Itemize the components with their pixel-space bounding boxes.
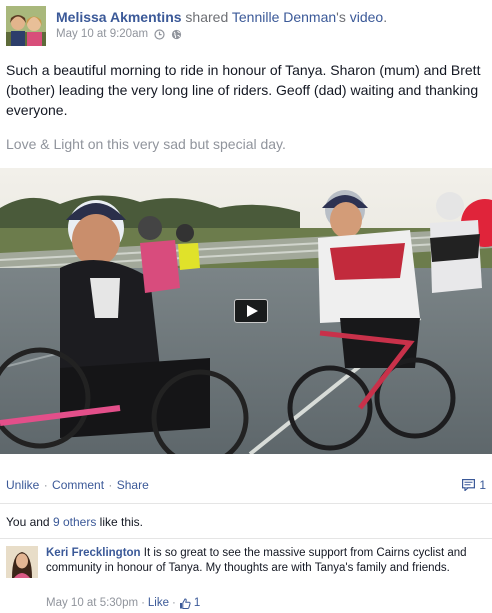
clock-icon [154, 28, 165, 40]
post-headline: Melissa Akmentins shared Tennille Denman… [56, 9, 387, 25]
action-separator: · [108, 478, 113, 492]
commenter-avatar[interactable] [6, 546, 38, 578]
divider [0, 538, 492, 539]
commenter-name-link[interactable]: Keri Frecklington [46, 547, 141, 559]
unlike-link[interactable]: Unlike [6, 478, 39, 492]
post-message-secondary: Love & Light on this very sad but specia… [6, 136, 286, 152]
avatar-image [6, 6, 46, 46]
comment-count-link[interactable]: 1 [462, 478, 486, 492]
comment-count: 1 [479, 478, 486, 492]
shared-video-link[interactable]: video [350, 9, 383, 25]
comment-icon [462, 479, 476, 491]
comment-separator: · [172, 597, 176, 609]
post-header: Melissa Akmentins shared Tennille Denman… [6, 6, 486, 46]
post-meta: May 10 at 9:20am [56, 28, 182, 40]
share-link[interactable]: Share [117, 478, 149, 492]
globe-icon[interactable] [171, 29, 182, 40]
author-name-link[interactable]: Melissa Akmentins [56, 9, 182, 25]
comment-body: Keri Frecklington It is so great to see … [46, 546, 490, 576]
likes-suffix: like this. [96, 515, 143, 529]
author-avatar[interactable] [6, 6, 46, 46]
post-timestamp-link[interactable]: May 10 at 9:20am [56, 28, 148, 40]
shared-period: . [383, 9, 388, 25]
post-message: Such a beautiful morning to ride in hono… [6, 62, 481, 118]
likes-prefix: You and [6, 515, 53, 529]
likes-summary: You and 9 others like this. [6, 515, 143, 529]
commenter-avatar-image [6, 546, 38, 578]
comment-link[interactable]: Comment [52, 478, 104, 492]
comment-like-link[interactable]: Like [148, 597, 169, 609]
comment-meta: May 10 at 5:30pm · Like · 1 [46, 597, 200, 609]
shared-owner-link[interactable]: Tennille Denman [232, 9, 336, 25]
shared-possessive: 's [336, 9, 346, 25]
action-separator: · [43, 478, 48, 492]
post-actions: Unlike · Comment · Share 1 [6, 478, 490, 496]
comment-like-count[interactable]: 1 [194, 597, 200, 609]
shared-text: shared [185, 9, 229, 25]
comment-separator: · [141, 597, 145, 609]
thumbs-up-icon[interactable] [179, 597, 191, 609]
likes-others-link[interactable]: 9 others [53, 515, 96, 529]
play-button[interactable] [234, 299, 268, 323]
comment-timestamp[interactable]: May 10 at 5:30pm [46, 597, 138, 609]
play-icon [247, 305, 258, 317]
divider [0, 503, 492, 504]
video-player[interactable] [0, 168, 492, 454]
